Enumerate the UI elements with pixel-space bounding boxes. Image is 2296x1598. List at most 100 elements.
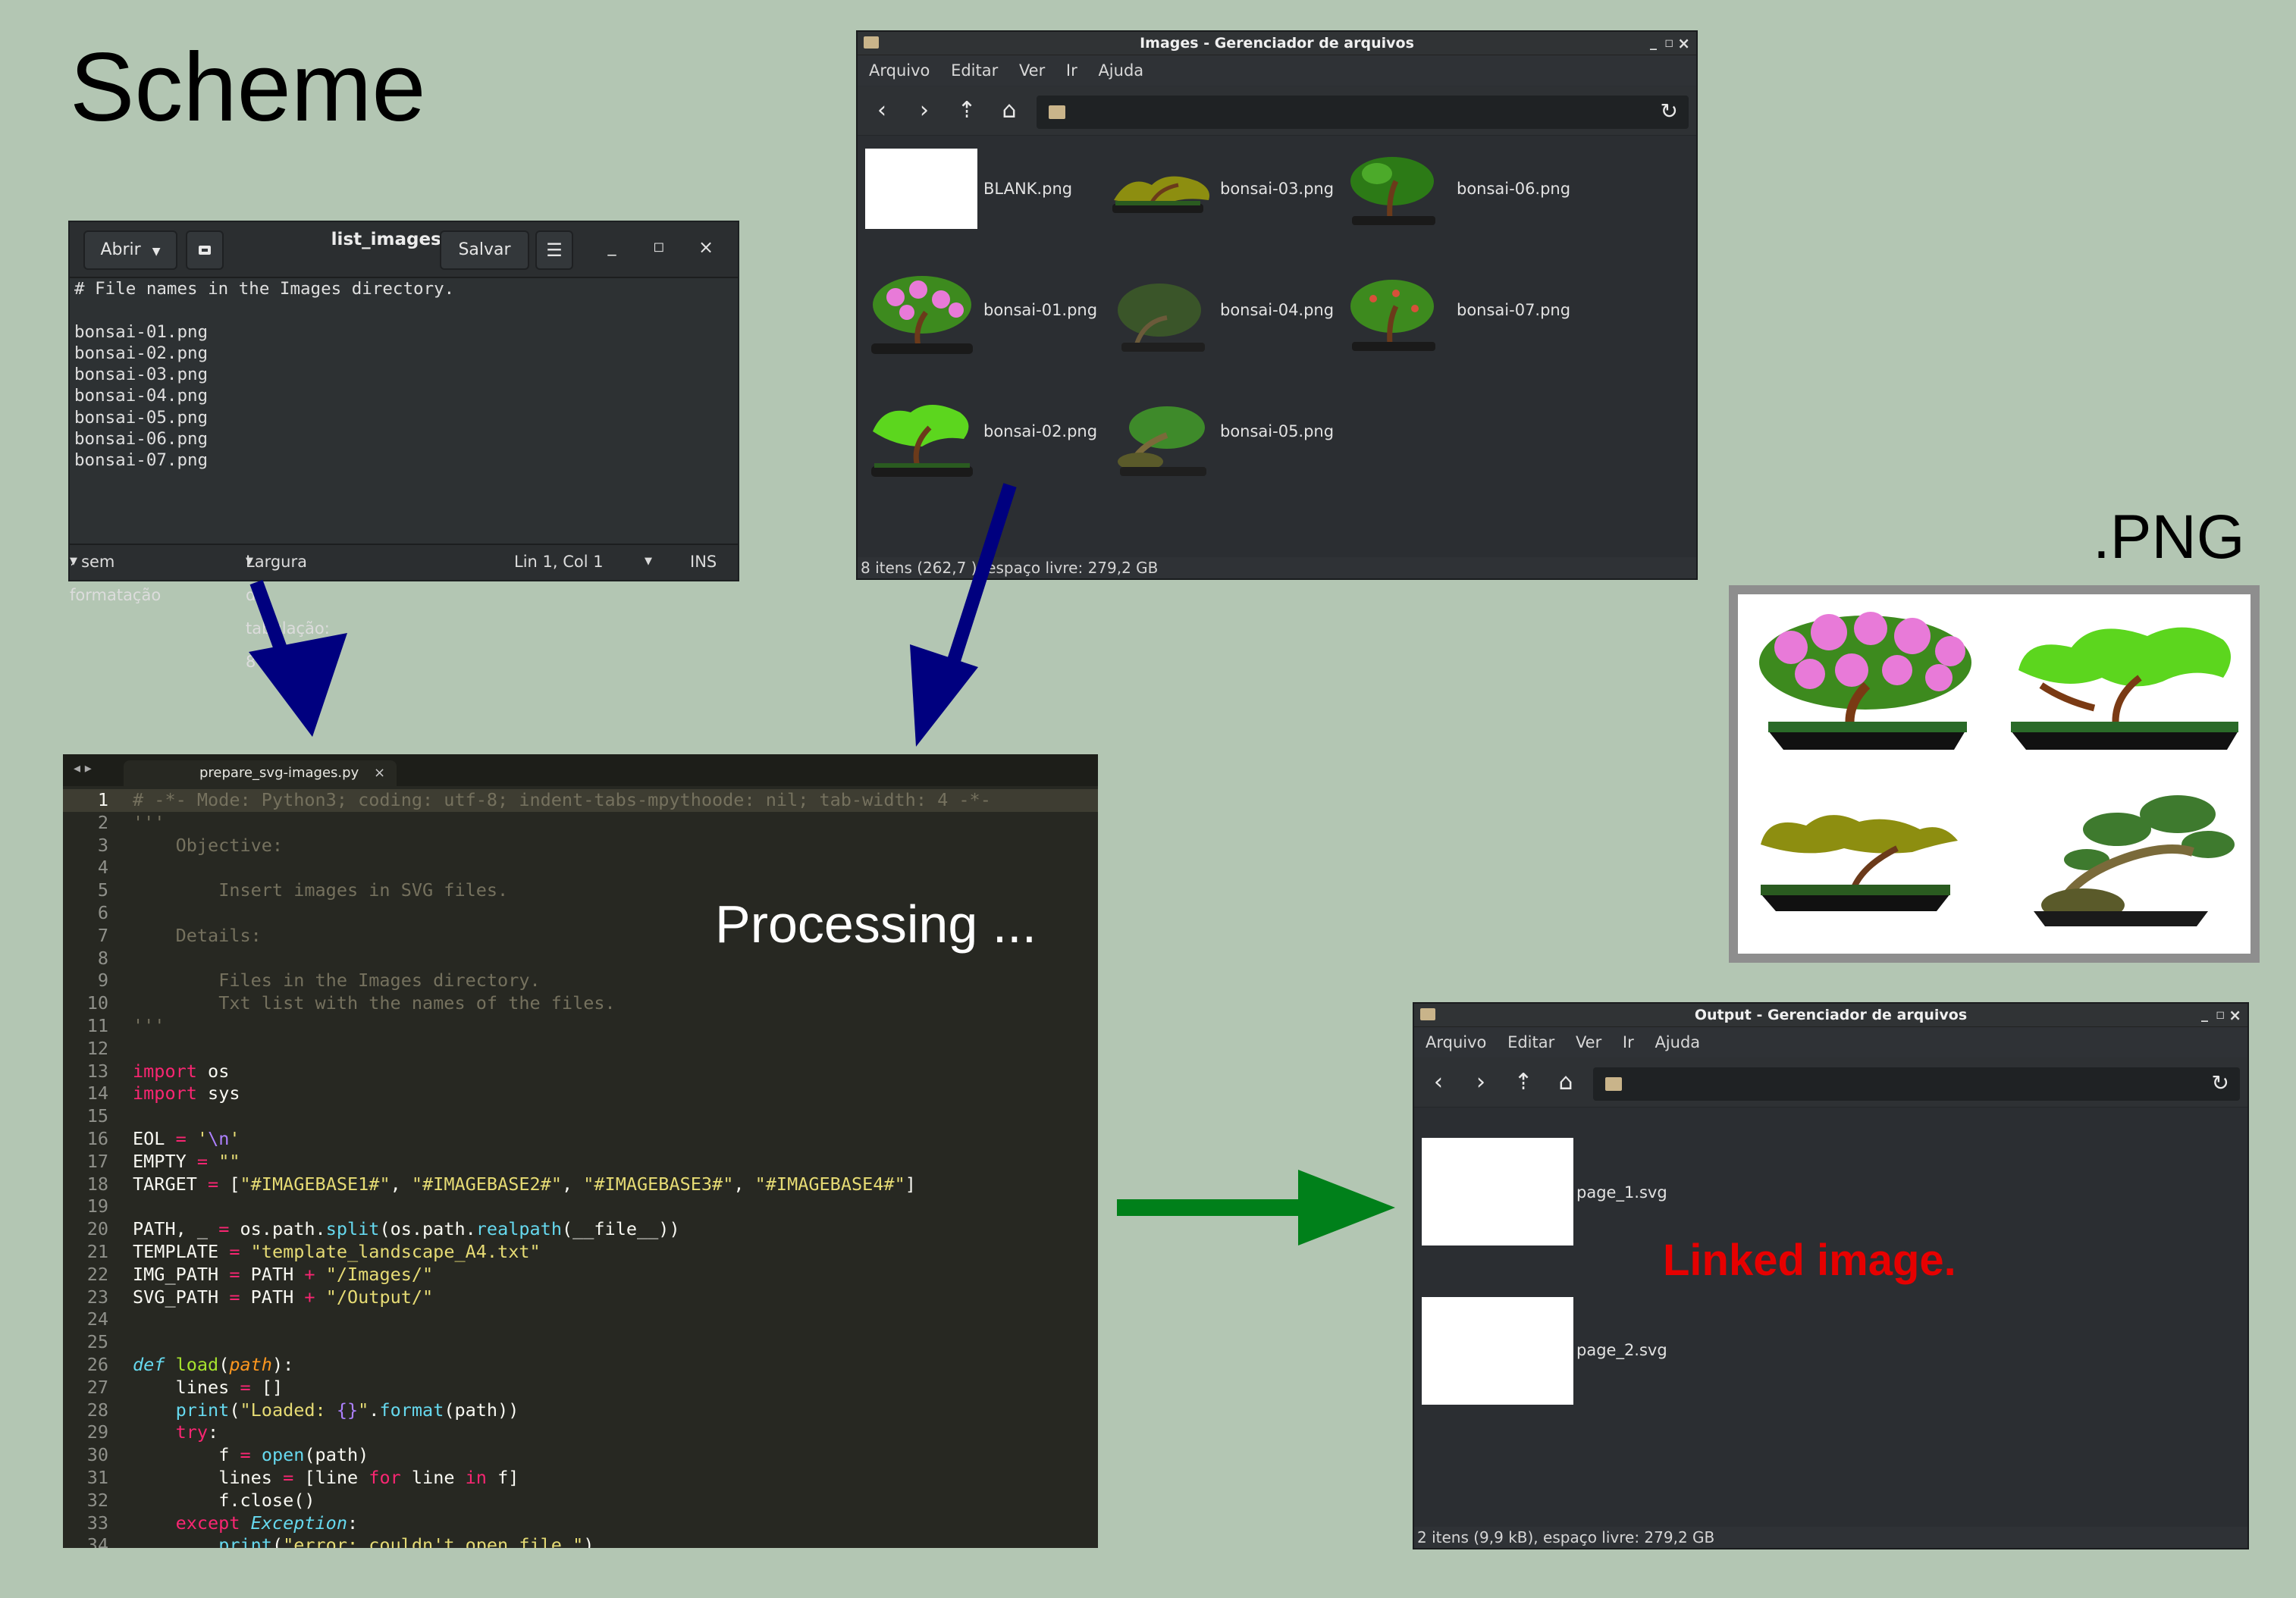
code-text: f.close() (218, 1489, 315, 1511)
close-icon[interactable]: × (695, 236, 717, 258)
code-text: load (175, 1353, 219, 1375)
code-text: = (229, 1240, 240, 1262)
code-text: = (196, 1150, 209, 1172)
menu-ir[interactable]: Ir (1066, 61, 1077, 80)
code-text: "/Output/" (325, 1286, 434, 1308)
bonsai-thumbnail[interactable] (865, 271, 979, 362)
menu-ajuda[interactable]: Ajuda (1655, 1033, 1700, 1051)
up-icon[interactable]: ⇡ (953, 97, 980, 124)
arrow-processing-to-output (1117, 1170, 1395, 1246)
bonsai-thumbnail[interactable] (1343, 272, 1441, 359)
file-name[interactable]: bonsai-04.png (1220, 301, 1334, 319)
code-text: sys (208, 1083, 240, 1104)
forward-icon[interactable]: › (1467, 1069, 1495, 1096)
chevron-down-icon[interactable]: ▼ (645, 545, 652, 578)
code-text: lines (218, 1466, 272, 1488)
code-text: + (304, 1263, 315, 1285)
toolbar: ‹ › ⇡ ⌂ ↻ (858, 86, 1696, 136)
folder-icon (1049, 105, 1065, 119)
code-text: (os.path. (379, 1218, 476, 1240)
line-number: 13 (86, 1060, 108, 1082)
file-name[interactable]: bonsai-01.png (983, 301, 1097, 319)
window-titlebar: Images - Gerenciador de arquivos _ ◻ × (858, 32, 1696, 55)
maximize-icon[interactable]: ◻ (648, 236, 670, 258)
line-number: 20 (86, 1218, 108, 1240)
home-icon[interactable]: ⌂ (1552, 1069, 1579, 1096)
bonsai-thumbnail[interactable] (865, 393, 979, 484)
text-line: bonsai-02.png (74, 343, 209, 363)
close-icon[interactable]: × (2229, 1004, 2241, 1026)
line-number: 15 (86, 1105, 108, 1127)
output-file-manager-window: Output - Gerenciador de arquivos _ ◻ × A… (1414, 1004, 2247, 1548)
line-number: 1 (97, 789, 108, 810)
code-text: in (465, 1466, 487, 1488)
back-icon[interactable]: ‹ (1425, 1069, 1452, 1096)
bonsai-thumbnail[interactable] (1106, 397, 1220, 484)
bonsai-thumbnail[interactable] (1106, 276, 1220, 359)
back-icon[interactable]: ‹ (868, 97, 896, 124)
close-icon[interactable]: × (1677, 32, 1690, 55)
menu-ver[interactable]: Ver (1576, 1033, 1601, 1051)
save-button[interactable]: Salvar (440, 230, 529, 270)
close-icon[interactable]: × (374, 765, 385, 781)
line-number: 31 (86, 1466, 108, 1488)
hamburger-icon: ☰ (546, 240, 563, 261)
tab-prepare-svg-images[interactable]: prepare_svg-images.py × (124, 760, 397, 786)
code-text: , (390, 1173, 412, 1195)
line-number: 8 (97, 947, 108, 969)
address-bar[interactable]: ↻ (1593, 1067, 2240, 1101)
file-name[interactable]: page_1.svg (1576, 1183, 1667, 1202)
up-icon[interactable]: ⇡ (1510, 1069, 1537, 1096)
refresh-icon[interactable]: ↻ (2212, 1070, 2229, 1095)
file-name[interactable]: bonsai-03.png (1220, 180, 1334, 198)
code-text: # -*- Mode: Python3; coding: utf-8; inde… (133, 789, 991, 810)
blank-thumbnail[interactable] (865, 149, 977, 229)
line-number: 34 (86, 1534, 108, 1548)
file-name[interactable]: bonsai-06.png (1457, 180, 1570, 198)
menu-ver[interactable]: Ver (1019, 61, 1045, 80)
code-text: EOL (133, 1127, 165, 1149)
minimize-icon[interactable]: _ (1650, 32, 1657, 55)
new-document-button[interactable] (186, 230, 224, 270)
file-name[interactable]: bonsai-05.png (1220, 422, 1334, 440)
code-text: [line (304, 1466, 369, 1488)
menu-ajuda[interactable]: Ajuda (1098, 61, 1143, 80)
menu-editar[interactable]: Editar (1507, 1033, 1554, 1051)
file-name[interactable]: BLANK.png (983, 180, 1072, 198)
home-icon[interactable]: ⌂ (996, 97, 1023, 124)
code-text: TARGET (133, 1173, 197, 1195)
file-grid: BLANK.png bonsai-03.png bonsai-06.png bo… (858, 136, 1696, 557)
code-text: "Loaded: (240, 1399, 337, 1421)
minimize-icon[interactable]: _ (2201, 1004, 2208, 1026)
maximize-icon[interactable]: ◻ (1664, 32, 1673, 55)
svg-thumbnail[interactable] (1422, 1297, 1573, 1405)
code-line: 10 Txt list with the names of the files. (63, 992, 1098, 1015)
menu-editar[interactable]: Editar (951, 61, 998, 80)
bonsai-thumbnail[interactable] (1343, 151, 1441, 234)
file-name[interactable]: bonsai-02.png (983, 422, 1097, 440)
svg-thumbnail[interactable] (1422, 1138, 1573, 1246)
bonsai-thumbnail[interactable] (1106, 158, 1220, 234)
code-text: , (561, 1173, 584, 1195)
window-title: Images - Gerenciador de arquivos (1140, 35, 1414, 52)
code-line: 32 f.close() (63, 1490, 1098, 1512)
menu-button[interactable]: ☰ (535, 230, 573, 270)
png-preview-canvas (1738, 594, 2251, 954)
text-line: bonsai-04.png (74, 386, 209, 406)
open-button[interactable]: Abrir ▼ (83, 230, 177, 270)
menu-arquivo[interactable]: Arquivo (1426, 1033, 1486, 1051)
file-name[interactable]: bonsai-07.png (1457, 301, 1570, 319)
forward-icon[interactable]: › (911, 97, 938, 124)
tab-nav-arrows-icon[interactable]: ◂ ▸ (74, 760, 92, 776)
address-bar[interactable]: ↻ (1037, 96, 1689, 129)
slide-title: Scheme (70, 33, 426, 142)
text-line (74, 299, 733, 321)
menu-arquivo[interactable]: Arquivo (869, 61, 930, 80)
maximize-icon[interactable]: ◻ (2216, 1004, 2225, 1026)
line-number: 21 (86, 1240, 108, 1262)
text-area[interactable]: # File names in the Images directory. bon… (70, 278, 738, 545)
menu-ir[interactable]: Ir (1623, 1033, 1634, 1051)
refresh-icon[interactable]: ↻ (1661, 99, 1678, 124)
minimize-icon[interactable]: _ (601, 236, 623, 258)
file-name[interactable]: page_2.svg (1576, 1341, 1667, 1359)
